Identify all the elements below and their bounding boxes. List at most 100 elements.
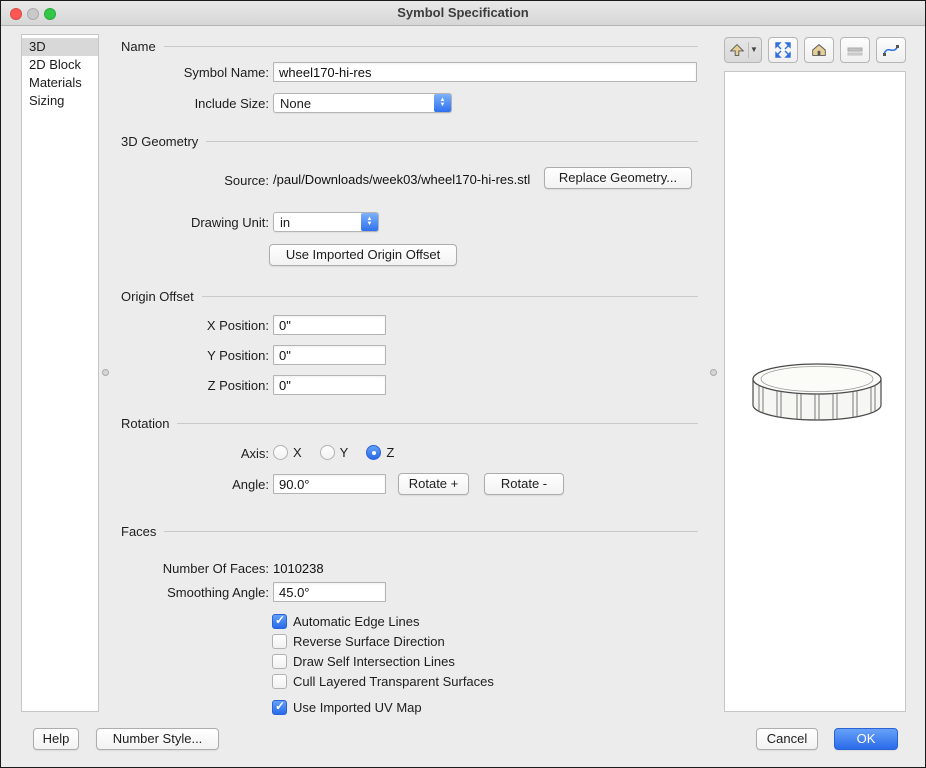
smoothing-angle-input[interactable] — [273, 582, 386, 602]
number-of-faces-label: Number Of Faces: — [162, 561, 269, 576]
axis-z-label: Z — [386, 445, 395, 460]
reverse-surface-direction-checkbox[interactable]: Reverse Surface Direction — [272, 633, 445, 650]
checkbox-label: Draw Self Intersection Lines — [293, 654, 455, 669]
x-position-label: X Position: — [206, 318, 269, 333]
help-button[interactable]: Help — [33, 728, 79, 750]
checkbox-label: Automatic Edge Lines — [293, 614, 420, 629]
fit-to-view-button[interactable] — [768, 37, 798, 63]
window-title: Symbol Specification — [397, 5, 529, 20]
checkbox-label: Cull Layered Transparent Surfaces — [293, 674, 494, 689]
axis-y-radio[interactable]: Y — [319, 445, 349, 460]
x-position-input[interactable] — [273, 315, 386, 335]
sidebar-item-label: 2D Block — [29, 57, 82, 72]
include-size-select[interactable]: None ▲ ▼ — [273, 93, 452, 113]
section-divider — [164, 530, 698, 532]
section-header-rotation: Rotation — [121, 415, 698, 431]
top-view-icon — [729, 43, 745, 56]
section-title: Rotation — [121, 415, 170, 431]
z-position-label: Z Position: — [207, 378, 269, 393]
section-header-faces: Faces — [121, 523, 698, 539]
y-position-input[interactable] — [273, 345, 386, 365]
radio-circle-icon — [273, 445, 288, 460]
smoothing-angle-label: Smoothing Angle: — [167, 585, 269, 600]
curve-icon — [883, 45, 899, 56]
axis-label: Axis: — [240, 446, 269, 461]
drawing-unit-value: in — [280, 214, 291, 230]
axis-x-label: X — [293, 445, 302, 460]
section-title: 3D Geometry — [121, 133, 199, 149]
section-divider — [163, 45, 698, 47]
section-view-button[interactable] — [840, 37, 870, 63]
use-imported-uv-map-checkbox[interactable]: Use Imported UV Map — [272, 699, 422, 716]
wheel-3d-model-drawing — [752, 363, 882, 421]
symbol-name-input[interactable] — [273, 62, 697, 82]
rotate-minus-button[interactable]: Rotate - — [484, 473, 564, 495]
checkbox-label: Use Imported UV Map — [293, 700, 422, 715]
symbol-name-label: Symbol Name: — [183, 65, 269, 80]
checkbox-icon — [272, 674, 287, 689]
section-title: Origin Offset — [121, 288, 194, 304]
radio-circle-icon — [319, 445, 335, 460]
angle-input[interactable] — [273, 474, 386, 494]
checkbox-icon — [272, 634, 287, 649]
axis-x-radio[interactable]: X — [273, 445, 302, 460]
house-icon — [812, 44, 826, 56]
sidebar-item-materials[interactable]: Materials — [22, 74, 98, 92]
splitter-handle-left[interactable] — [102, 369, 109, 376]
rotate-plus-button[interactable]: Rotate + — [398, 473, 469, 495]
automatic-edge-lines-checkbox[interactable]: Automatic Edge Lines — [272, 613, 419, 630]
sidebar-item-sizing[interactable]: Sizing — [22, 92, 98, 110]
sidebar-item-label: Sizing — [29, 93, 65, 108]
drawing-unit-label: Drawing Unit: — [190, 215, 269, 230]
checkbox-icon — [272, 613, 287, 629]
stepper-icon: ▲ ▼ — [361, 213, 378, 231]
section-divider — [177, 422, 698, 424]
cull-layered-transparent-surfaces-checkbox[interactable]: Cull Layered Transparent Surfaces — [272, 673, 494, 690]
sidebar-item-3d[interactable]: 3D — [22, 38, 98, 56]
replace-geometry-button[interactable]: Replace Geometry... — [544, 167, 692, 189]
section-header-name: Name — [121, 38, 698, 54]
render-style-button[interactable] — [876, 37, 906, 63]
section-divider — [206, 140, 698, 142]
include-size-value: None — [280, 95, 312, 111]
checkbox-icon — [272, 699, 287, 715]
fit-to-view-icon — [775, 42, 791, 58]
draw-self-intersection-lines-checkbox[interactable]: Draw Self Intersection Lines — [272, 653, 455, 670]
symbol-specification-dialog: Symbol Specification 3D 2D Block Materia… — [0, 0, 926, 768]
y-position-label: Y Position: — [207, 348, 269, 363]
section-title: Name — [121, 38, 156, 54]
number-style-button[interactable]: Number Style... — [96, 728, 219, 750]
title-bar[interactable]: Symbol Specification — [1, 1, 925, 26]
sidebar-item-label: 3D — [29, 39, 46, 54]
section-divider — [201, 295, 698, 297]
sidebar-item-label: Materials — [29, 75, 82, 90]
splitter-handle-right[interactable] — [710, 369, 717, 376]
section-lines-icon — [847, 47, 863, 56]
axis-radio-group: X Y Z — [273, 444, 394, 461]
checkbox-label: Reverse Surface Direction — [293, 634, 445, 649]
number-of-faces-value: 1010238 — [273, 561, 324, 576]
source-label: Source: — [224, 173, 269, 188]
section-title: Faces — [121, 523, 157, 539]
section-header-origin-offset: Origin Offset — [121, 288, 698, 304]
3d-preview-pane[interactable] — [724, 71, 906, 712]
panes-list: 3D 2D Block Materials Sizing — [21, 34, 99, 712]
z-position-input[interactable] — [273, 375, 386, 395]
cancel-button[interactable]: Cancel — [756, 728, 818, 750]
sidebar-item-2d-block[interactable]: 2D Block — [22, 56, 98, 74]
source-path-value: /paul/Downloads/week03/wheel170-hi-res.s… — [273, 172, 531, 187]
section-header-3d-geometry: 3D Geometry — [121, 133, 698, 149]
angle-label: Angle: — [232, 477, 269, 492]
use-imported-origin-offset-button[interactable]: Use Imported Origin Offset — [269, 244, 457, 266]
axis-y-label: Y — [339, 445, 349, 460]
stepper-icon: ▲ ▼ — [434, 94, 451, 112]
checkbox-icon — [272, 654, 287, 669]
front-view-button[interactable] — [804, 37, 834, 63]
include-size-label: Include Size: — [194, 96, 269, 111]
view-mode-button[interactable]: ▼ — [724, 37, 762, 63]
ok-button[interactable]: OK — [834, 728, 898, 750]
drawing-unit-select[interactable]: in ▲ ▼ — [273, 212, 379, 232]
chevron-down-icon: ▼ — [748, 42, 759, 58]
preview-toolbar: ▼ — [724, 37, 906, 63]
axis-z-radio[interactable]: Z — [366, 445, 394, 460]
